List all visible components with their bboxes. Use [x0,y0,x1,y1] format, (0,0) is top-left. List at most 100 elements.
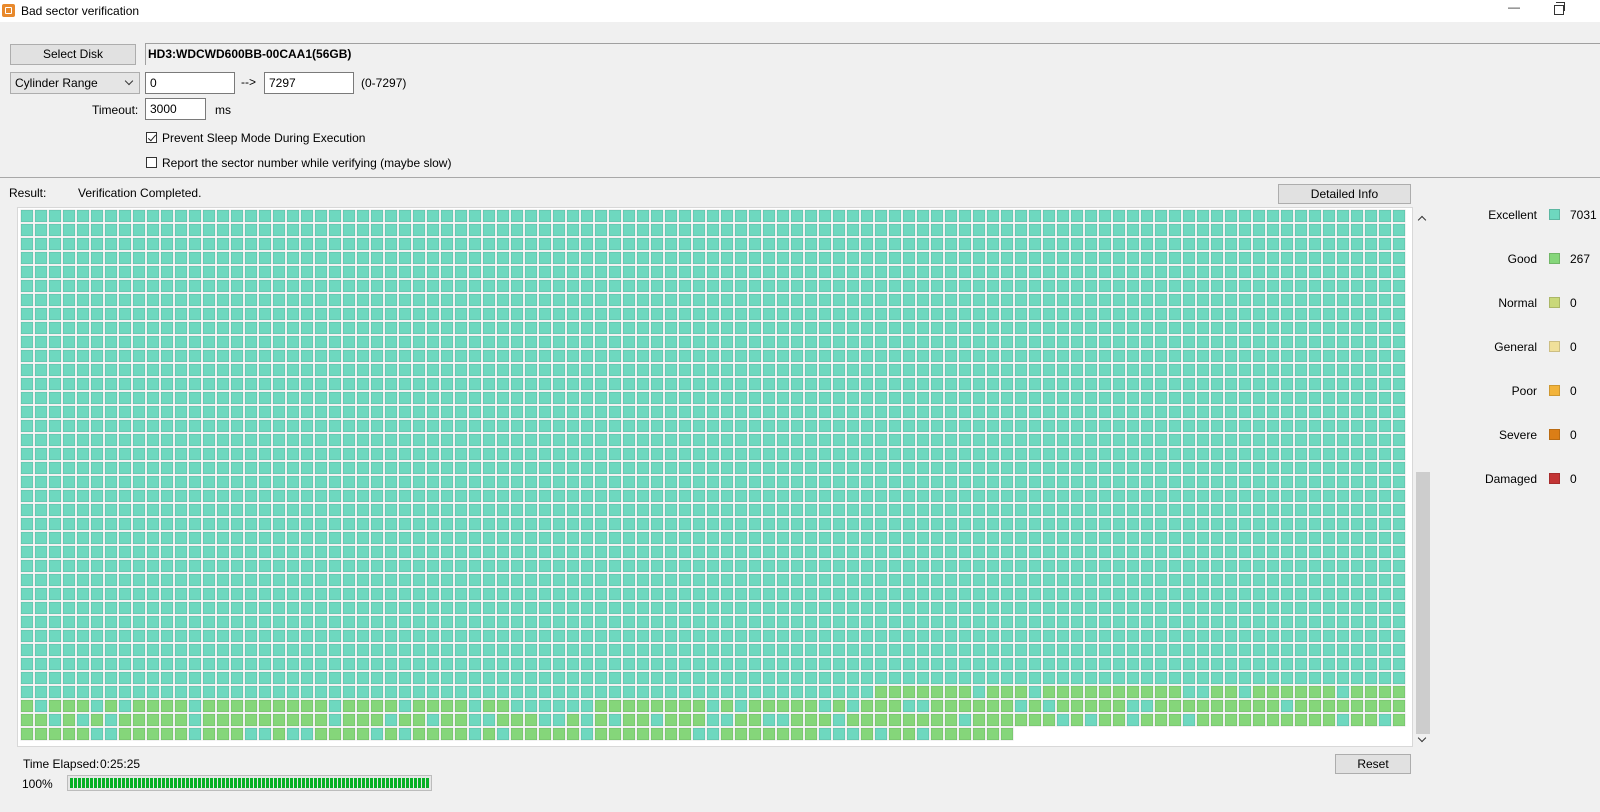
timeout-input[interactable]: 3000 [145,98,206,120]
reset-button[interactable]: Reset [1335,754,1411,774]
sector-block [874,699,888,713]
sector-block [1084,615,1098,629]
legend-label: Severe [1498,428,1537,442]
sector-block [594,699,608,713]
sector-block [440,643,454,657]
sector-block [314,419,328,433]
sector-block [342,643,356,657]
sector-block [706,279,720,293]
vertical-scrollbar[interactable] [1414,208,1432,748]
sector-block [1000,601,1014,615]
scroll-down-icon[interactable] [1417,733,1427,743]
sector-block [412,727,426,741]
sector-block [384,363,398,377]
sector-block [90,615,104,629]
sector-block [1392,601,1406,615]
sector-block [1252,251,1266,265]
sector-block [790,419,804,433]
sector-block [412,461,426,475]
sector-block [944,433,958,447]
sector-block [608,489,622,503]
sector-block [244,671,258,685]
sector-block [1000,405,1014,419]
sector-block [188,643,202,657]
sector-block [706,531,720,545]
sector-block [902,363,916,377]
sector-block [118,475,132,489]
sector-block [972,237,986,251]
sector-block [412,615,426,629]
sector-block [524,503,538,517]
sector-block [426,377,440,391]
sector-block [426,657,440,671]
sector-block [1378,237,1392,251]
sector-block [874,685,888,699]
select-disk-button[interactable]: Select Disk [10,44,136,65]
sector-block [412,321,426,335]
sector-block [552,517,566,531]
sector-block [986,307,1000,321]
sector-block [552,251,566,265]
sector-block [1154,419,1168,433]
sector-block [356,391,370,405]
sector-block [314,447,328,461]
range-start-input[interactable]: 0 [145,72,235,94]
scroll-up-icon[interactable] [1417,215,1427,225]
sector-block [1280,587,1294,601]
report-sector-checkbox[interactable] [146,157,157,168]
legend-label: Good [1507,252,1537,266]
sector-block [174,559,188,573]
sector-block [608,265,622,279]
scroll-thumb[interactable] [1416,472,1430,734]
sector-block [1042,377,1056,391]
range-end-input[interactable]: 7297 [264,72,354,94]
sector-block [748,391,762,405]
sector-block [846,349,860,363]
restore-icon[interactable] [1554,2,1565,15]
sector-block [314,377,328,391]
sector-block [468,251,482,265]
sector-block [1182,377,1196,391]
sector-block [762,279,776,293]
detailed-info-button[interactable]: Detailed Info [1278,184,1411,204]
sector-block [1182,349,1196,363]
sector-block [538,265,552,279]
sector-block [930,657,944,671]
sector-block [300,601,314,615]
sector-block [930,727,944,741]
sector-block [1210,531,1224,545]
sector-block [748,517,762,531]
sector-block [1392,643,1406,657]
sector-block [1000,685,1014,699]
sector-block [832,727,846,741]
sector-block [230,629,244,643]
sector-block [1308,685,1322,699]
sector-block [552,629,566,643]
sector-block [216,587,230,601]
sector-block [1322,447,1336,461]
sector-block [356,405,370,419]
sector-block [846,657,860,671]
sector-block [720,419,734,433]
prevent-sleep-checkbox[interactable] [146,132,157,143]
sector-block [454,251,468,265]
sector-block [48,503,62,517]
sector-block [286,475,300,489]
sector-block [1336,559,1350,573]
sector-block [860,657,874,671]
sector-block [482,643,496,657]
sector-block [1350,293,1364,307]
sector-block [678,489,692,503]
sector-block [888,307,902,321]
minimize-icon[interactable]: — [1508,0,1520,14]
sector-block [1000,531,1014,545]
sector-block [1210,447,1224,461]
sector-block [944,615,958,629]
sector-block [398,713,412,727]
sector-block [510,363,524,377]
range-mode-dropdown[interactable]: Cylinder Range [10,72,140,94]
sector-block [1294,335,1308,349]
sector-block [230,699,244,713]
sector-block [188,545,202,559]
sector-block [1350,223,1364,237]
